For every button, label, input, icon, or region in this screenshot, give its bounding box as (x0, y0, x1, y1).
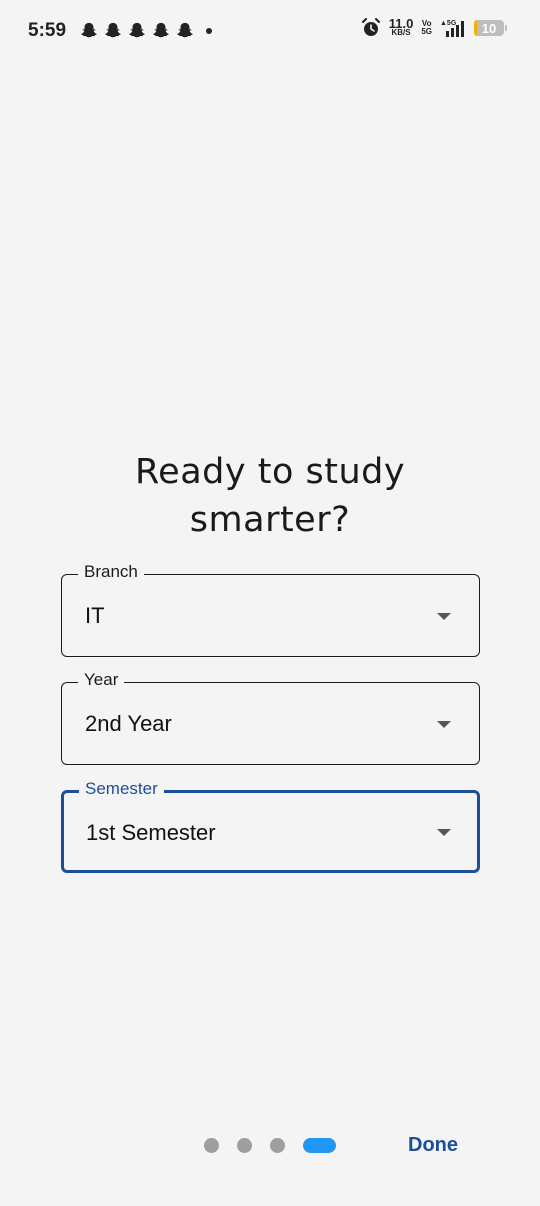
title-line-2: smarter? (189, 500, 351, 540)
snapchat-icon (105, 22, 121, 38)
volte-indicator: Vo 5G (421, 20, 432, 36)
branch-label: Branch (78, 562, 144, 582)
volte-bottom: 5G (421, 27, 432, 36)
dropdown-arrow-icon (437, 829, 451, 836)
branch-dropdown[interactable]: Branch IT (61, 562, 480, 657)
dropdown-arrow-icon (437, 613, 451, 620)
year-dropdown[interactable]: Year 2nd Year (61, 670, 480, 765)
page-title: Ready to study smarter? (0, 448, 540, 544)
battery-level: 10 (481, 20, 497, 36)
network-speed-value: 11.0 (388, 16, 414, 31)
signal-5g-icon: ▲5G (440, 20, 464, 37)
page-dot-4-active[interactable] (303, 1138, 336, 1153)
done-button[interactable]: Done (408, 1134, 458, 1157)
page-dot-2[interactable] (237, 1138, 252, 1153)
network-speed-unit: KB/S (391, 28, 411, 37)
battery-icon: 10 (474, 20, 507, 36)
snapchat-icon (177, 22, 193, 38)
snapchat-icon (129, 22, 145, 38)
page-indicator (204, 1138, 336, 1153)
battery-fill (474, 20, 477, 36)
status-indicators: 11.0 KB/S Vo 5G ▲5G 10 (361, 16, 507, 38)
branch-value: IT (85, 603, 105, 628)
snapchat-icon (153, 22, 169, 38)
alarm-icon (361, 18, 380, 36)
semester-dropdown[interactable]: Semester 1st Semester (61, 779, 480, 873)
network-speed: 11.0 KB/S (388, 16, 414, 37)
svg-text:▲5G: ▲5G (440, 20, 457, 27)
snapchat-icon (81, 22, 97, 38)
page-dot-1[interactable] (204, 1138, 219, 1153)
status-time: 5:59 (28, 20, 67, 41)
semester-value: 1st Semester (86, 820, 216, 845)
semester-label: Semester (79, 779, 164, 799)
more-notifications-dot-icon (206, 28, 212, 34)
year-value: 2nd Year (85, 711, 172, 736)
dropdown-arrow-icon (437, 721, 451, 728)
page-dot-3[interactable] (270, 1138, 285, 1153)
title-line-1: Ready to study (134, 452, 406, 492)
year-label: Year (78, 670, 125, 690)
status-bar: 5:59 11.0 KB/S Vo 5G ▲5G 10 (0, 0, 540, 62)
notification-icons (80, 22, 212, 40)
